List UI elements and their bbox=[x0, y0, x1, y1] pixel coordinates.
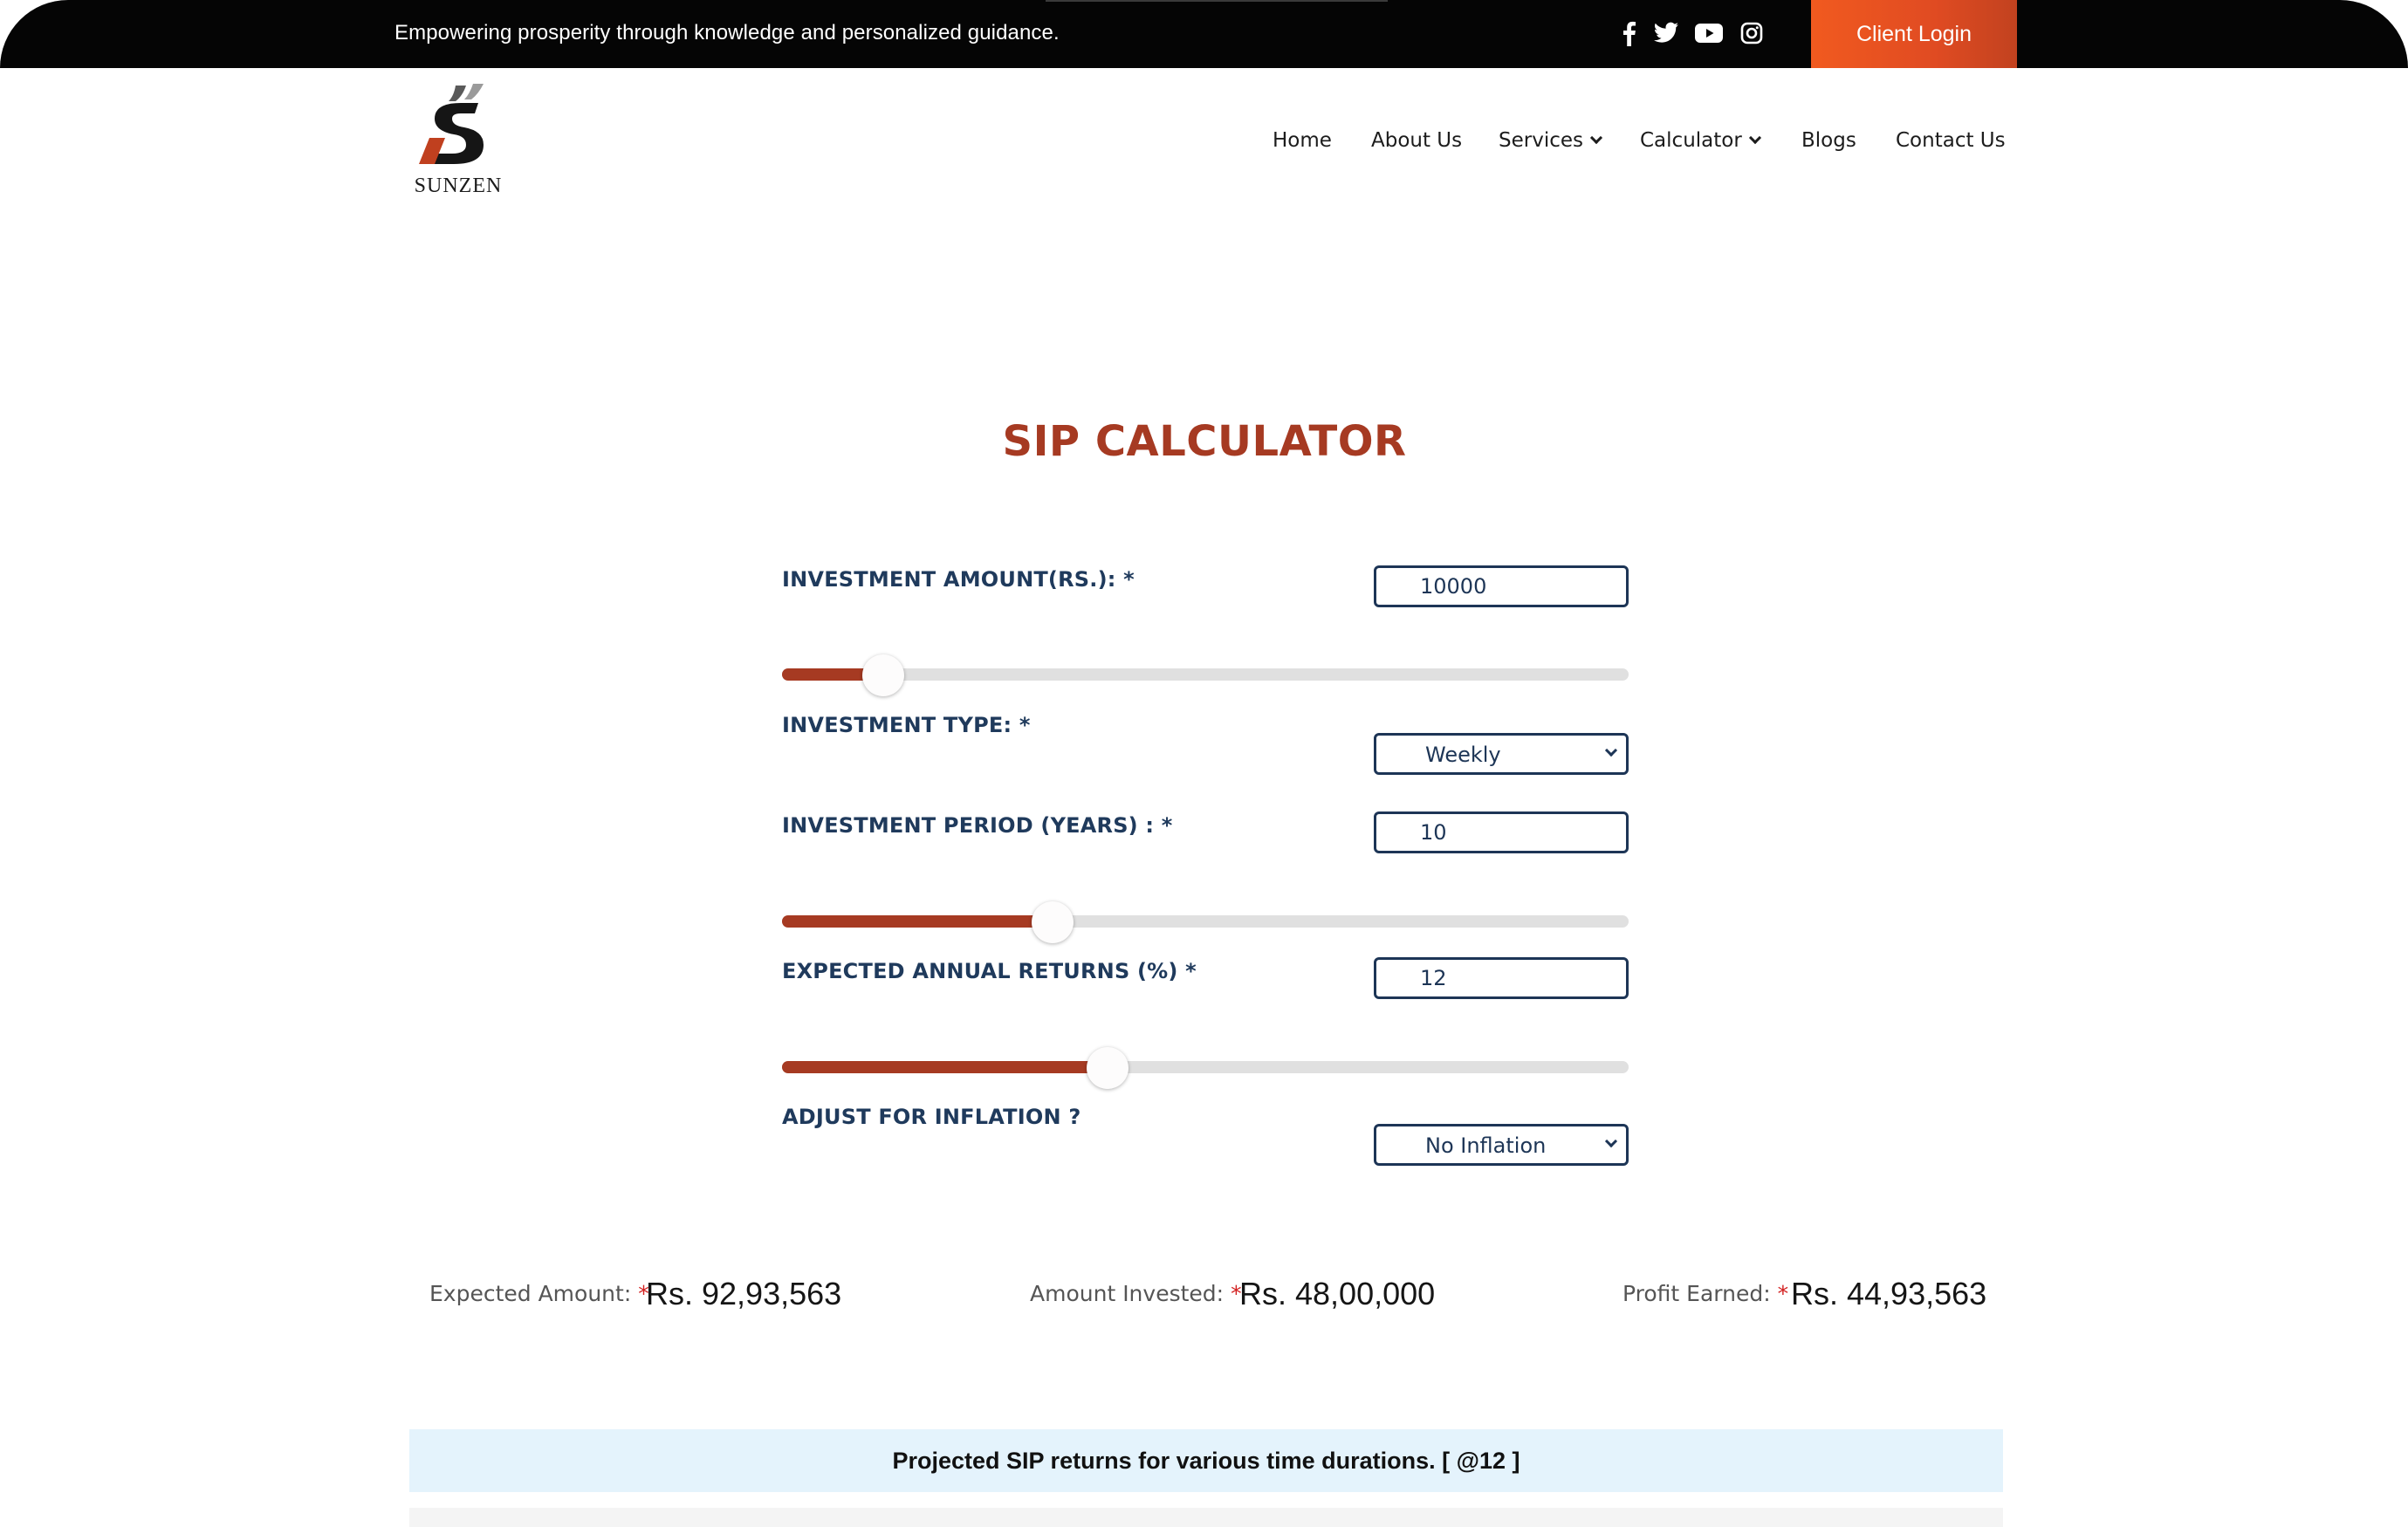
investment-amount-input[interactable]: 10000 bbox=[1374, 565, 1629, 607]
investment-amount-slider[interactable] bbox=[782, 654, 1629, 696]
slider-fill bbox=[782, 1061, 1108, 1073]
investment-period-label: INVESTMENT PERIOD (YEARS) : * bbox=[782, 813, 1173, 838]
slider-thumb[interactable] bbox=[862, 654, 905, 696]
top-bar-edge bbox=[1046, 0, 1388, 2]
nav-services-label: Services bbox=[1499, 129, 1583, 152]
amount-invested-label: Amount Invested: * bbox=[1030, 1281, 1242, 1306]
slider-fill bbox=[782, 915, 1053, 928]
investment-amount-label: INVESTMENT AMOUNT(RS.): * bbox=[782, 567, 1135, 592]
instagram-icon[interactable] bbox=[1738, 19, 1766, 47]
expected-returns-slider[interactable] bbox=[782, 1047, 1629, 1089]
projection-heading: Projected SIP returns for various time d… bbox=[409, 1429, 2003, 1492]
amount-invested-value: Rs. 48,00,000 bbox=[1239, 1276, 1436, 1311]
expected-returns-input[interactable]: 12 bbox=[1374, 957, 1629, 999]
profit-earned-value: Rs. 44,93,563 bbox=[1791, 1276, 1987, 1311]
amount-invested-label-text: Amount Invested: bbox=[1030, 1281, 1225, 1306]
slider-track bbox=[782, 668, 1629, 681]
brand-name: SUNZEN bbox=[414, 175, 503, 197]
top-bar: Empowering prosperity through knowledge … bbox=[0, 0, 2408, 68]
nav-contact-us[interactable]: Contact Us bbox=[1896, 127, 2006, 154]
investment-period-slider[interactable] bbox=[782, 901, 1629, 943]
inflation-value: No Inflation bbox=[1425, 1133, 1547, 1158]
expected-returns-label: EXPECTED ANNUAL RETURNS (%) * bbox=[782, 959, 1197, 983]
projection-table-top bbox=[409, 1508, 2003, 1527]
tagline: Empowering prosperity through knowledge … bbox=[394, 21, 1060, 45]
nav-blogs[interactable]: Blogs bbox=[1801, 127, 1856, 154]
required-mark: * bbox=[1777, 1281, 1789, 1306]
twitter-icon[interactable] bbox=[1652, 19, 1680, 47]
youtube-icon[interactable] bbox=[1695, 19, 1723, 47]
investment-period-input[interactable]: 10 bbox=[1374, 811, 1629, 853]
profit-earned-label-text: Profit Earned: bbox=[1622, 1281, 1771, 1306]
investment-type-select[interactable]: Weekly bbox=[1374, 733, 1629, 775]
nav-calculator-label: Calculator bbox=[1640, 129, 1742, 152]
page: Empowering prosperity through knowledge … bbox=[0, 0, 2408, 1527]
calculator-title: SIP CALCULATOR bbox=[1002, 417, 1407, 466]
facebook-icon[interactable] bbox=[1615, 19, 1643, 47]
chevron-down-icon bbox=[1748, 131, 1761, 145]
expected-amount-label-text: Expected Amount: bbox=[429, 1281, 632, 1306]
profit-earned-label: Profit Earned: * bbox=[1622, 1281, 1788, 1306]
chevron-down-icon bbox=[1604, 743, 1618, 757]
slider-thumb[interactable] bbox=[1032, 901, 1074, 943]
nav-home[interactable]: Home bbox=[1273, 127, 1332, 154]
expected-amount-label: Expected Amount: * bbox=[429, 1281, 649, 1306]
chevron-down-icon bbox=[1589, 131, 1603, 145]
investment-type-value: Weekly bbox=[1425, 743, 1501, 767]
nav-services[interactable]: Services bbox=[1499, 127, 1603, 154]
slider-thumb[interactable] bbox=[1087, 1047, 1129, 1089]
expected-amount-value: Rs. 92,93,563 bbox=[646, 1276, 842, 1311]
client-login-button[interactable]: Client Login bbox=[1811, 0, 2017, 68]
nav-calculator[interactable]: Calculator bbox=[1640, 127, 1761, 154]
inflation-select[interactable]: No Inflation bbox=[1374, 1124, 1629, 1166]
inflation-label: ADJUST FOR INFLATION ? bbox=[782, 1105, 1081, 1129]
nav-about-us[interactable]: About Us bbox=[1371, 127, 1462, 154]
chevron-down-icon bbox=[1604, 1134, 1618, 1148]
investment-type-label: INVESTMENT TYPE: * bbox=[782, 713, 1031, 737]
